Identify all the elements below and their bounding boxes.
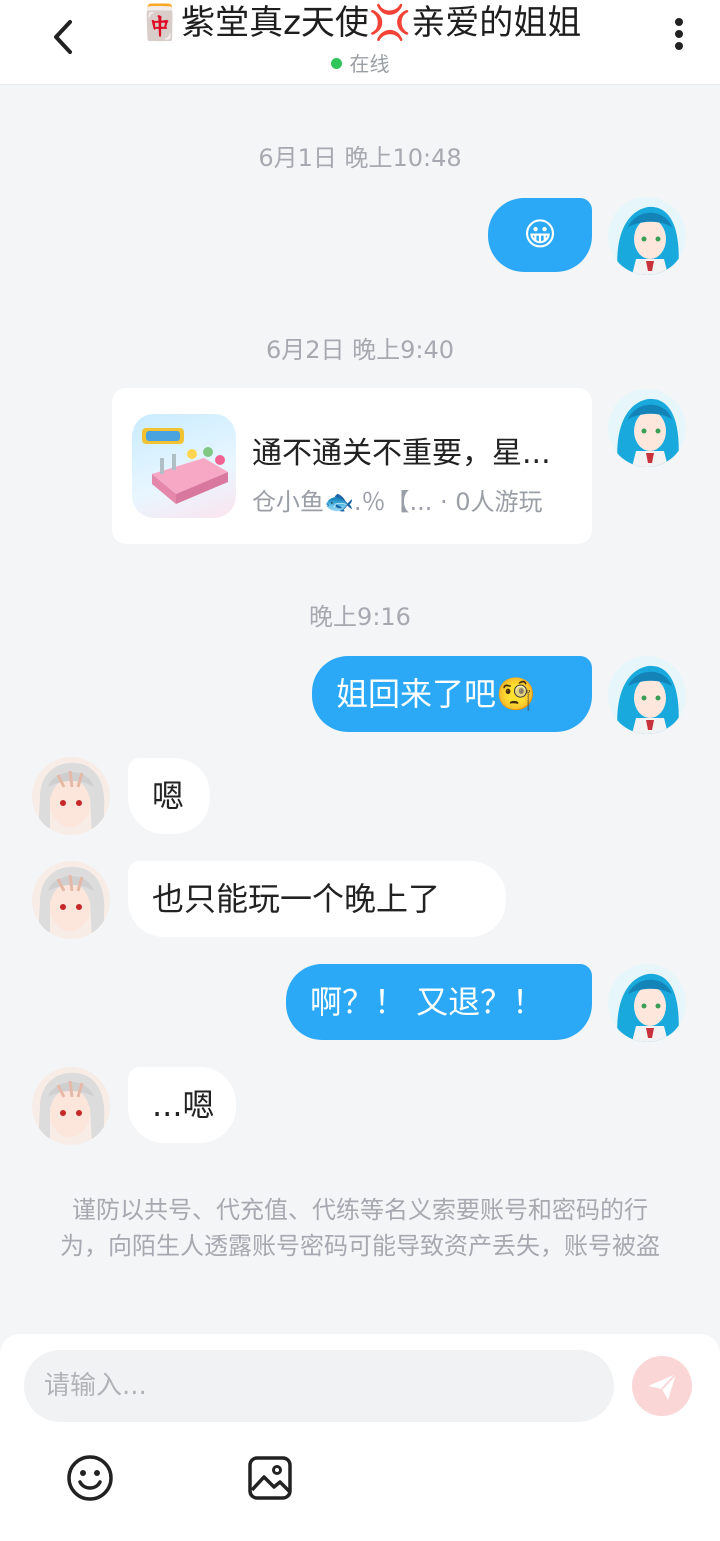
card-subtitle: 仓小鱼🐟.％【... · 0人游玩 xyxy=(252,488,543,516)
avatar-contact[interactable] xyxy=(32,1067,110,1145)
send-button[interactable] xyxy=(632,1356,692,1416)
online-status-label: 在线 xyxy=(349,52,390,76)
game-share-card[interactable]: 通不通关不重要，星... 仓小鱼🐟.％【... · 0人游玩 xyxy=(112,388,592,544)
game-thumbnail xyxy=(132,414,236,518)
send-icon xyxy=(648,1373,677,1400)
message-input[interactable] xyxy=(24,1350,614,1422)
message-bubble-received[interactable]: ...嗯 xyxy=(128,1067,236,1143)
timestamp: 6月1日 晚上10:48 xyxy=(258,144,462,172)
input-bar xyxy=(0,1334,720,1541)
timestamp: 晚上9:16 xyxy=(309,603,411,631)
message-bubble-sent[interactable]: 姐回来了吧🧐 xyxy=(312,656,592,732)
chat-title: 🀄紫堂真z天使💢亲爱的姐姐 xyxy=(138,3,582,43)
card-title: 通不通关不重要，星... xyxy=(252,436,551,471)
avatar-contact[interactable] xyxy=(32,861,110,939)
message-bubble-sent[interactable]: 啊？！ 又退？！ xyxy=(286,964,592,1040)
timestamp: 6月2日 晚上9:40 xyxy=(265,336,455,364)
chat-header: 🀄紫堂真z天使💢亲爱的姐姐 在线 xyxy=(0,0,720,85)
avatar-contact[interactable] xyxy=(32,757,110,835)
security-notice: 谨防以共号、代充值、代练等名义索要账号和密码的行为，向陌生人透露账号密码可能导致… xyxy=(60,1196,660,1260)
message-bubble-received[interactable]: 也只能玩一个晚上了 xyxy=(128,861,506,937)
image-icon[interactable] xyxy=(244,1452,296,1504)
avatar-self[interactable] xyxy=(608,389,686,467)
emoji-icon[interactable] xyxy=(64,1452,116,1504)
message-bubble-received[interactable]: 嗯 xyxy=(128,758,210,834)
message-bubble-sent[interactable]: 😀 xyxy=(488,198,592,272)
avatar-self[interactable] xyxy=(608,964,686,1042)
more-vertical-icon[interactable] xyxy=(674,18,684,58)
avatar-self[interactable] xyxy=(608,197,686,275)
online-status: 在线 xyxy=(0,48,720,77)
online-dot-icon xyxy=(330,58,342,69)
avatar-self[interactable] xyxy=(608,656,686,734)
